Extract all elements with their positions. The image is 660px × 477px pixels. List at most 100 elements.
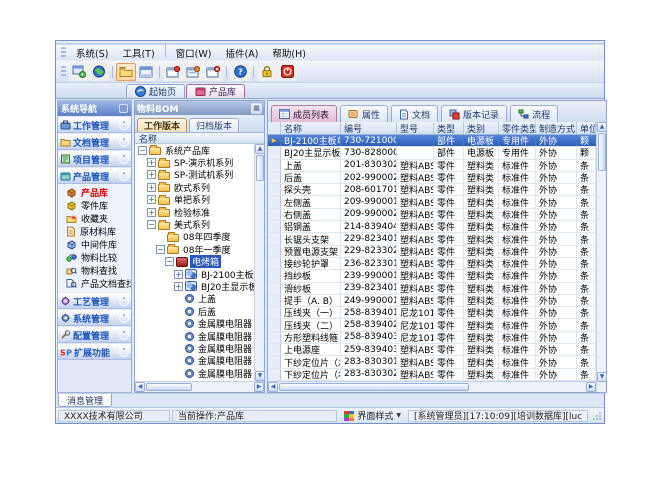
table-vertical-scrollbar[interactable]: ▲ ▼ <box>596 122 606 392</box>
tree-node[interactable]: −08年一季度 <box>135 243 254 255</box>
tree-vertical-scrollbar[interactable]: ▲ ▼ <box>254 144 264 381</box>
expand-plus-icon[interactable]: + <box>174 270 183 279</box>
tree-horizontal-scrollbar[interactable]: ◀ ▶ <box>135 381 264 392</box>
table-row[interactable]: 下纱定位片（左）283-830301-00X塑料ABS零件塑料类标准件外协条 <box>268 356 596 368</box>
bom-menu-icon[interactable]: ▦ <box>251 103 262 114</box>
sidebar-item[interactable]: 中间件库 <box>58 238 131 251</box>
chevron-down-icon[interactable]: ˅ <box>119 137 129 147</box>
ui-style-dropdown[interactable]: 界面样式 ▼ <box>339 410 406 422</box>
sidebar-item[interactable]: 产品库 <box>58 186 131 199</box>
table-row[interactable]: 压线夹（二）258-839402-00X尼龙1010零件塑料类标准件外协条 <box>268 319 596 331</box>
expand-plus-icon[interactable]: + <box>147 158 156 167</box>
scroll-right-icon[interactable]: ▶ <box>586 382 596 392</box>
table-row[interactable]: 挡纱板239-990001-01X塑料ABS零件塑料类标准件外协条 <box>268 270 596 282</box>
tree-node[interactable]: 金属膜电阻器 <box>135 355 254 367</box>
tree-node[interactable]: 金属膜电阻器 <box>135 330 254 342</box>
menu-item[interactable]: 窗口(W) <box>169 45 219 61</box>
menu-item[interactable]: 插件(A) <box>218 45 265 61</box>
scroll-left-icon[interactable]: ◀ <box>268 382 278 392</box>
document-tab[interactable]: 起始页 <box>126 84 185 98</box>
table-horizontal-scrollbar[interactable]: ◀ ▶ <box>268 381 596 392</box>
sidebar-section-bar[interactable]: 配置管理˅ <box>58 327 131 343</box>
expand-plus-icon[interactable]: + <box>174 282 183 291</box>
scroll-down-icon[interactable]: ▼ <box>255 371 265 381</box>
tree-node[interactable]: 金属膜电阻器 <box>135 367 254 379</box>
tree-node[interactable]: +欧式系列 <box>135 181 254 193</box>
table-row[interactable]: 后盖202-990002-01X塑料ABS零件塑料类标准件外协条 <box>268 172 596 184</box>
toolbar-button[interactable] <box>163 63 183 81</box>
tree-node[interactable]: −系统产品库 <box>135 144 254 156</box>
collapse-minus-icon[interactable]: − <box>138 146 147 155</box>
table-row[interactable]: 下纱定位片（右）283-830302-00X塑料ABS零件塑料类标准件外协条 <box>268 369 596 381</box>
scroll-right-icon[interactable]: ▶ <box>254 382 264 392</box>
column-header[interactable]: 类别 <box>464 122 499 134</box>
tree-node[interactable]: −美式系列 <box>135 218 254 230</box>
menu-item[interactable]: 工具(T) <box>115 45 161 61</box>
chevron-down-icon[interactable]: ˅ <box>119 347 129 357</box>
tree-column-header[interactable]: 名称 <box>135 132 264 144</box>
scroll-left-icon[interactable]: ◀ <box>135 382 145 392</box>
tree-node[interactable]: 上盖 <box>135 293 254 305</box>
sidebar-section-expanded[interactable]: 产品管理˄ <box>58 168 131 184</box>
toolbar-grip-handle[interactable] <box>61 66 66 77</box>
column-header[interactable]: 单位 <box>577 122 596 134</box>
table-row[interactable]: 上电源座259-839403-00X塑料ABS零件塑料类标准件外协条 <box>268 344 596 356</box>
table-row[interactable]: 左侧盖209-990001-01X塑料ABS零件塑料类标准件外协条 <box>268 196 596 208</box>
message-manager-tab[interactable]: 消息管理 <box>58 394 112 407</box>
menubar-grip-handle[interactable] <box>61 47 66 58</box>
table-row[interactable]: 上盖201-830302-00X塑料ABS零件塑料类标准件外协条 <box>268 160 596 172</box>
tree-node[interactable]: 后盖 <box>135 305 254 317</box>
table-row[interactable]: 提手（A. B）249-990001-01X塑料ABS零件塑料类标准件外协条 <box>268 295 596 307</box>
table-row[interactable]: 预置电源支架229-823302-00X塑料ABS零件塑料类标准件外协条 <box>268 246 596 258</box>
tree-node[interactable]: 08年四季度 <box>135 231 254 243</box>
table-row[interactable]: 长锯头支架229-823401-00X塑料ABS零件塑料类标准件外协条 <box>268 233 596 245</box>
sidebar-section-bar[interactable]: SP扩展功能˅ <box>58 344 131 360</box>
toolbar-button[interactable] <box>136 63 156 81</box>
tree-node[interactable]: +BJ-2100主板单点 <box>135 268 254 280</box>
column-header[interactable]: 名称 <box>281 122 341 134</box>
scroll-up-icon[interactable]: ▲ <box>255 144 265 154</box>
toolbar-button[interactable] <box>89 63 109 81</box>
column-header[interactable]: 制造方式 <box>536 122 577 134</box>
tree-node[interactable]: +SP-测试机系列 <box>135 169 254 181</box>
tree-node[interactable]: 金属膜电阻器 <box>135 342 254 354</box>
tree-node[interactable]: 金属膜电阻器 <box>135 317 254 329</box>
column-header[interactable]: 类型 <box>434 122 464 134</box>
expand-plus-icon[interactable]: + <box>147 208 156 217</box>
chevron-down-icon[interactable]: ˅ <box>119 313 129 323</box>
column-header[interactable]: 编号 <box>341 122 397 134</box>
toolbar-button[interactable] <box>183 63 203 81</box>
toolbar-button[interactable] <box>277 63 297 81</box>
expand-plus-icon[interactable]: + <box>147 195 156 204</box>
tree-node[interactable]: −电烤箱 <box>135 256 254 268</box>
table-row[interactable]: 接纱轮护罩236-823301-00X塑料ABS零件塑料类标准件外协条 <box>268 258 596 270</box>
tree-node[interactable]: +单把系列 <box>135 194 254 206</box>
table-row[interactable]: BJ20主显示板730-828000-04X部件电源板专用件外协颗 <box>268 147 596 159</box>
bom-version-tab[interactable]: 归档版本 <box>189 118 239 132</box>
table-row[interactable]: 右侧盖209-990002-01X塑料ABS零件塑料类标准件外协条 <box>268 209 596 221</box>
member-tab[interactable]: 文档 <box>391 105 438 122</box>
sidebar-section-bar[interactable]: 工作管理˅ <box>58 117 131 133</box>
table-row[interactable]: 滑纱板239-823401-00X塑料ABS零件塑料类标准件外协条 <box>268 283 596 295</box>
table-row[interactable]: 探头壳208-601701-01X塑料ABS零件塑料类标准件外协条 <box>268 184 596 196</box>
tree-node[interactable]: +BJ20主显示板 <box>135 280 254 292</box>
sidebar-section-bar[interactable]: 文档管理˅ <box>58 134 131 150</box>
sidebar-section-bar[interactable]: 工艺管理˅ <box>58 293 131 309</box>
sidebar-item[interactable]: 原材料库 <box>58 225 131 238</box>
table-row[interactable]: 压线夹（一）258-839401-00X尼龙1010零件塑料类标准件外协条 <box>268 307 596 319</box>
chevron-up-icon[interactable]: ˄ <box>119 171 129 181</box>
scroll-down-icon[interactable]: ▼ <box>597 372 607 382</box>
toolbar-button[interactable] <box>116 63 136 81</box>
chevron-down-icon[interactable]: ˅ <box>119 120 129 130</box>
expand-plus-icon[interactable]: + <box>147 183 156 192</box>
scroll-up-icon[interactable]: ▲ <box>597 122 607 132</box>
toolbar-button[interactable] <box>69 63 89 81</box>
column-header[interactable]: 型号 <box>397 122 434 134</box>
table-row[interactable]: 方形塑料线箍258-839403-00X尼龙1010零件塑料类标准件外协条 <box>268 332 596 344</box>
sidebar-section-bar[interactable]: 项目管理˅ <box>58 151 131 167</box>
sidebar-item[interactable]: 收藏夹 <box>58 212 131 225</box>
tree-hscroll-thumb[interactable] <box>146 383 192 391</box>
toolbar-button[interactable] <box>203 63 223 81</box>
sidebar-item[interactable]: 产品文档查找 <box>58 277 131 290</box>
sidebar-pin-icon[interactable] <box>119 104 128 113</box>
